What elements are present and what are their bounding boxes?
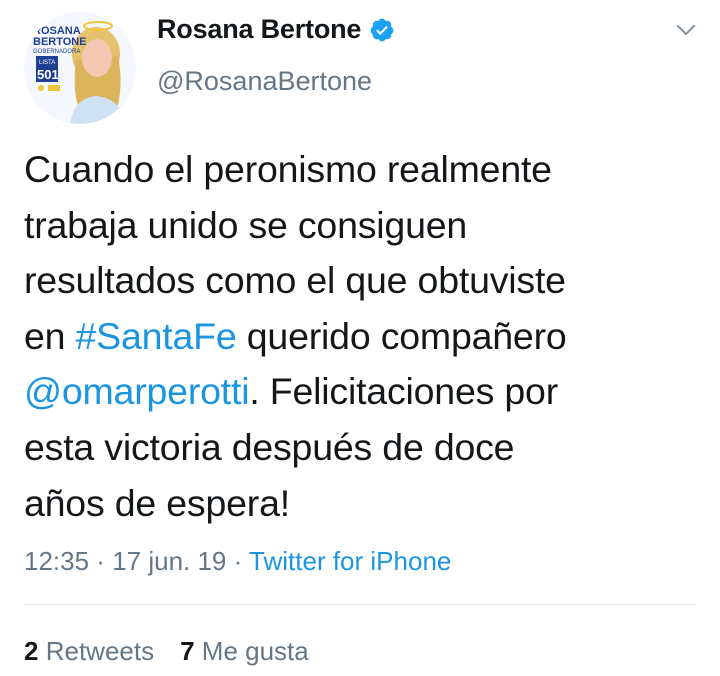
chevron-down-icon[interactable] <box>675 22 697 38</box>
tweet-line: trabaja unido se consiguen <box>24 203 468 246</box>
hashtag-link[interactable]: #SantaFe <box>76 315 237 357</box>
retweets-label: Retweets <box>45 636 155 666</box>
tweet-time[interactable]: 12:35 <box>24 546 89 576</box>
likes-stat[interactable]: 7 Me gusta <box>180 636 309 666</box>
avatar-image: ROSANA BERTONE GOBERNADORA LISTA 501 <box>24 12 136 124</box>
tweet-date[interactable]: 17 jun. 19 <box>112 546 226 576</box>
tweet-source-link[interactable]: Twitter for iPhone <box>249 546 451 576</box>
avatar-text-3: GOBERNADORA <box>33 49 80 55</box>
tweet-text-segment: querido compañero <box>236 314 567 357</box>
tweet-text: Cuando el peronismo realmente trabaja un… <box>24 142 704 531</box>
meta-separator: · <box>89 546 113 576</box>
meta-separator: · <box>226 546 250 576</box>
tweet-line: esta victoria después de doce <box>24 425 515 468</box>
tweet-line: resultados como el que obtuviste <box>24 259 566 302</box>
author-handle[interactable]: @RosanaBertone <box>157 66 372 97</box>
tweet-stats: 2 Retweets 7 Me gusta <box>24 636 309 667</box>
tweet-line: años de espera! <box>24 481 290 524</box>
likes-count: 7 <box>180 636 195 666</box>
retweets-stat[interactable]: 2 Retweets <box>24 636 154 666</box>
divider <box>24 604 696 605</box>
verified-badge-icon <box>369 17 395 43</box>
avatar-list-number: 501 <box>37 67 59 82</box>
tweet-line: en #SantaFe querido compañero <box>24 309 704 365</box>
tweet-meta: 12:35 · 17 jun. 19 · Twitter for iPhone <box>24 546 451 577</box>
tweet-text-segment: en <box>24 314 76 357</box>
retweets-count: 2 <box>24 636 39 666</box>
likes-label: Me gusta <box>201 636 309 666</box>
avatar[interactable]: ROSANA BERTONE GOBERNADORA LISTA 501 <box>24 12 136 124</box>
display-name[interactable]: Rosana Bertone <box>157 14 361 45</box>
tweet-line: Cuando el peronismo realmente <box>24 148 552 190</box>
avatar-text-2: BERTONE <box>33 36 87 48</box>
tweet-line: @omarperotti. Felicitaciones por <box>24 364 704 420</box>
author-name-row[interactable]: Rosana Bertone <box>157 14 395 45</box>
mention-link[interactable]: @omarperotti <box>24 370 250 412</box>
tweet-text-segment: . Felicitaciones por <box>249 370 558 413</box>
avatar-list-label: LISTA <box>39 60 55 66</box>
